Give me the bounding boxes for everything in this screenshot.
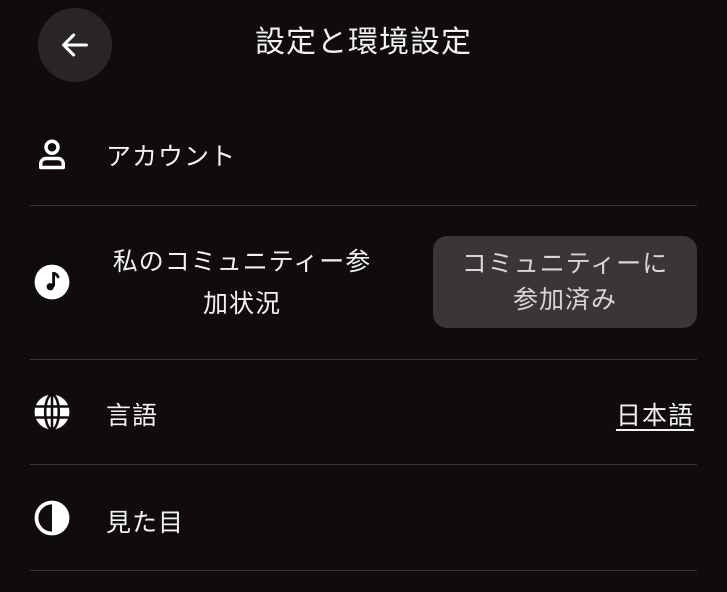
divider: [30, 570, 697, 571]
settings-screen: 設定と環境設定 アカウント 私のコミュニティー参加状況 コミュニティーに参加済み: [0, 0, 727, 592]
language-link[interactable]: 日本語: [616, 396, 694, 432]
settings-item-label: 私のコミュニティー参加状況: [112, 247, 372, 318]
contrast-icon: [30, 496, 74, 540]
settings-item-language[interactable]: 言語 日本語: [30, 360, 697, 464]
user-icon: [30, 132, 74, 176]
settings-item-account[interactable]: アカウント: [30, 103, 697, 203]
settings-item-community: 私のコミュニティー参加状況 コミュニティーに参加済み: [30, 206, 697, 359]
settings-item-appearance[interactable]: 見た目: [30, 465, 697, 570]
music-note-icon: [30, 260, 74, 304]
community-status-text: コミュニティーに参加済み: [461, 249, 669, 314]
header: 設定と環境設定: [0, 0, 727, 92]
settings-item-label: 言語: [106, 401, 159, 430]
settings-item-label: 見た目: [106, 508, 185, 537]
settings-item-label: アカウント: [106, 142, 237, 171]
globe-icon: [30, 390, 74, 434]
page-title: 設定と環境設定: [255, 25, 472, 60]
community-status-badge: コミュニティーに参加済み: [433, 236, 697, 328]
